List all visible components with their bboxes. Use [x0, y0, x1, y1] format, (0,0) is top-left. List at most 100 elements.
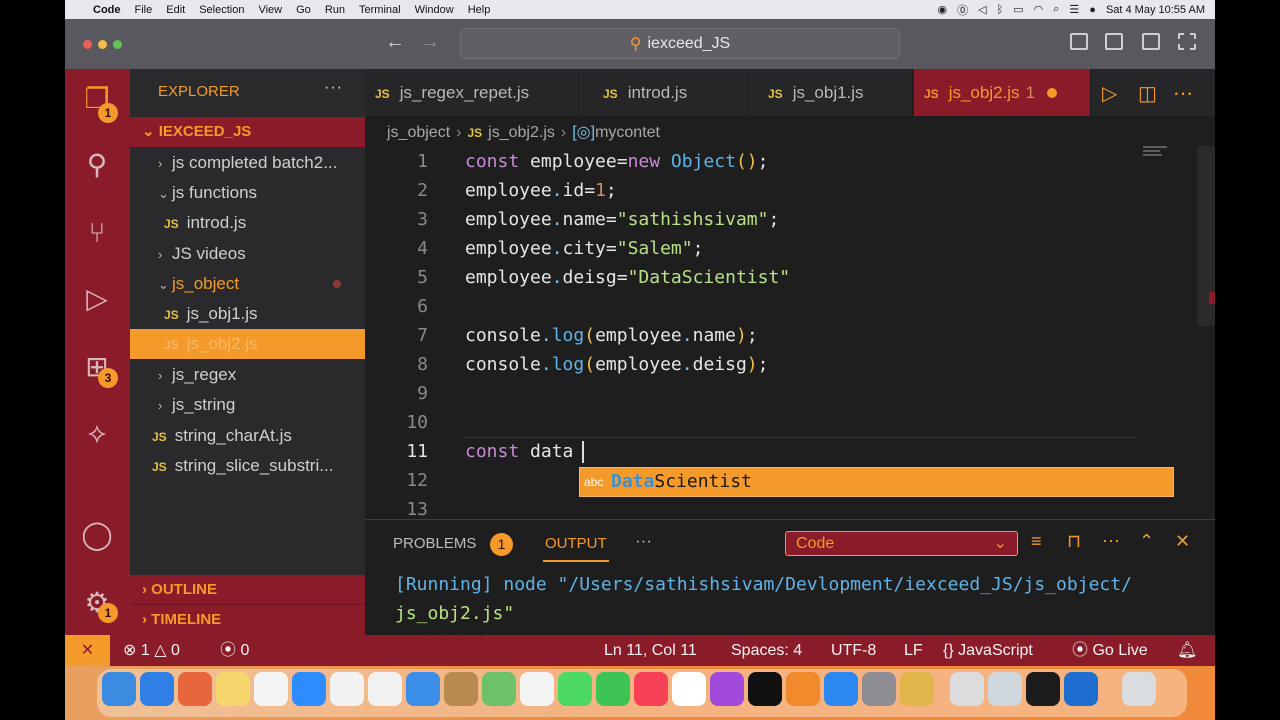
minimap[interactable]	[1143, 146, 1167, 160]
file-string-charat[interactable]: JS string_charAt.js	[130, 421, 365, 451]
toggle-sidebar-icon[interactable]	[1070, 33, 1088, 50]
more-actions-icon[interactable]: ⋯	[1102, 531, 1120, 552]
indentation[interactable]: Spaces: 4	[731, 635, 802, 666]
suggestion-widget[interactable]: abc DataScientist	[579, 467, 1174, 497]
go-live-button[interactable]: ⦿ Go Live	[1072, 635, 1148, 666]
zoom-icon[interactable]	[292, 672, 326, 706]
file-js-obj1[interactable]: JS js_obj1.js	[130, 299, 365, 329]
minimize-window-button[interactable]	[98, 40, 107, 49]
folder-js-regex[interactable]: › js_regex	[130, 360, 365, 390]
source-control-icon[interactable]: ⑂	[79, 215, 115, 251]
terminal-icon[interactable]	[1026, 672, 1060, 706]
account-icon[interactable]: ◯	[79, 517, 115, 553]
cursor-position[interactable]: Ln 11, Col 11	[604, 635, 697, 666]
menu-terminal[interactable]: Terminal	[359, 4, 401, 16]
menu-edit[interactable]: Edit	[166, 4, 185, 16]
menu-window[interactable]: Window	[415, 4, 454, 16]
finder-icon[interactable]	[102, 672, 136, 706]
ports-indicator[interactable]: ⦿ 0	[220, 635, 249, 666]
toggle-panel-icon[interactable]	[1105, 33, 1123, 50]
folder-js-functions[interactable]: ⌄ js functions	[130, 178, 365, 208]
run-file-icon[interactable]: ▷	[1102, 81, 1117, 106]
battery-icon[interactable]: ▭	[1013, 3, 1023, 16]
line-ending[interactable]: LF	[904, 635, 923, 666]
quicktime-icon[interactable]	[988, 672, 1022, 706]
language-mode[interactable]: {} JavaScript	[943, 635, 1033, 666]
run-debug-icon[interactable]: ▷	[79, 281, 115, 317]
python-icon[interactable]: ⟡	[79, 415, 115, 451]
command-center-search[interactable]: ⚲ iexceed_JS	[460, 28, 900, 59]
menu-go[interactable]: Go	[296, 4, 311, 16]
tab-js-obj2[interactable]: JS js_obj2.js 1	[914, 69, 1091, 116]
more-actions-icon[interactable]: ⋯	[1173, 81, 1193, 106]
preview-icon[interactable]	[950, 672, 984, 706]
notifications-bell-icon[interactable]: 🔔︎	[1177, 635, 1197, 666]
maximize-panel-icon[interactable]: ⌃	[1139, 531, 1154, 552]
tab-js-regex-repet[interactable]: JS js_regex_repet.js	[365, 69, 579, 116]
archive-utility-icon[interactable]	[900, 672, 934, 706]
forward-arrow-icon[interactable]: →	[420, 31, 440, 54]
contacts-icon[interactable]	[444, 672, 478, 706]
menu-app[interactable]: Code	[93, 4, 121, 16]
problems-indicator[interactable]: ⊗ 1 △ 0	[123, 635, 180, 666]
system-settings-icon[interactable]	[862, 672, 896, 706]
menu-selection[interactable]: Selection	[199, 4, 244, 16]
menu-help[interactable]: Help	[468, 4, 491, 16]
customize-layout-icon[interactable]	[1178, 33, 1196, 50]
workspace-root-folder[interactable]: ⌄ IEXCEED_JS	[130, 117, 365, 147]
file-introd-js[interactable]: JS introd.js	[130, 208, 365, 238]
freeform-icon[interactable]	[254, 672, 288, 706]
search-icon[interactable]: ⚲	[79, 147, 115, 183]
control-center-icon[interactable]: ☰	[1069, 3, 1079, 16]
reminders-icon[interactable]	[330, 672, 364, 706]
wifi-icon[interactable]: ◠	[1034, 3, 1044, 16]
spotlight-icon[interactable]: ⌕	[1053, 3, 1059, 16]
vscode-icon[interactable]	[1064, 672, 1098, 706]
notes-icon[interactable]	[216, 672, 250, 706]
messages-icon[interactable]	[558, 672, 592, 706]
launchpad-icon[interactable]	[178, 672, 212, 706]
tab-introd[interactable]: JS introd.js	[593, 69, 748, 116]
zoom-window-button[interactable]	[113, 40, 122, 49]
folder-js-object[interactable]: ⌄ js_object	[130, 269, 365, 299]
tab-output[interactable]: OUTPUT	[545, 535, 607, 552]
toggle-secondary-sidebar-icon[interactable]	[1142, 33, 1160, 50]
timeline-section[interactable]: › TIMELINE	[130, 605, 365, 635]
breadcrumb-symbol[interactable]: mycontet	[595, 124, 660, 141]
tab-problems[interactable]: PROBLEMS	[393, 535, 476, 552]
menu-view[interactable]: View	[258, 4, 282, 16]
chrome-icon[interactable]	[368, 672, 402, 706]
back-arrow-icon[interactable]: ←	[385, 31, 405, 54]
folder-js-completed[interactable]: › js completed batch2...	[130, 148, 365, 178]
podcasts-icon[interactable]	[710, 672, 744, 706]
unsaved-dot[interactable]	[1047, 88, 1058, 98]
volume-icon[interactable]: ◁	[978, 3, 986, 16]
accessibility-icon[interactable]: ⓪	[957, 2, 968, 18]
safari-icon[interactable]	[140, 672, 174, 706]
close-panel-icon[interactable]: ✕	[1175, 531, 1190, 552]
books-icon[interactable]	[786, 672, 820, 706]
trash-icon[interactable]	[1122, 672, 1156, 706]
encoding[interactable]: UTF-8	[831, 635, 876, 666]
record-icon[interactable]: ◉	[938, 3, 948, 16]
close-window-button[interactable]	[83, 40, 92, 49]
lock-scroll-icon[interactable]: ⊓	[1067, 531, 1081, 552]
menu-run[interactable]: Run	[325, 4, 345, 16]
breadcrumb-file[interactable]: js_obj2.js	[488, 124, 555, 141]
folder-js-videos[interactable]: › JS videos	[130, 239, 365, 269]
tab-js-obj1[interactable]: JS js_obj1.js	[758, 69, 913, 116]
apple-tv-icon[interactable]	[748, 672, 782, 706]
remote-indicator-icon[interactable]: ✕	[65, 635, 110, 666]
facetime-icon[interactable]	[596, 672, 630, 706]
photos-icon[interactable]	[520, 672, 554, 706]
split-editor-icon[interactable]: ◫	[1138, 81, 1157, 106]
music-icon[interactable]	[634, 672, 668, 706]
calendar-icon[interactable]	[672, 672, 706, 706]
outline-section[interactable]: › OUTLINE	[130, 575, 365, 605]
mail-icon[interactable]	[406, 672, 440, 706]
clock[interactable]: Sat 4 May 10:55 AM	[1106, 4, 1205, 16]
panel-more-button[interactable]: ···	[635, 531, 652, 551]
code-editor[interactable]: js_object › JS js_obj2.js › [◎]mycontet 1 2 3…	[365, 116, 1215, 520]
app-store-icon[interactable]	[824, 672, 858, 706]
maps-icon[interactable]	[482, 672, 516, 706]
